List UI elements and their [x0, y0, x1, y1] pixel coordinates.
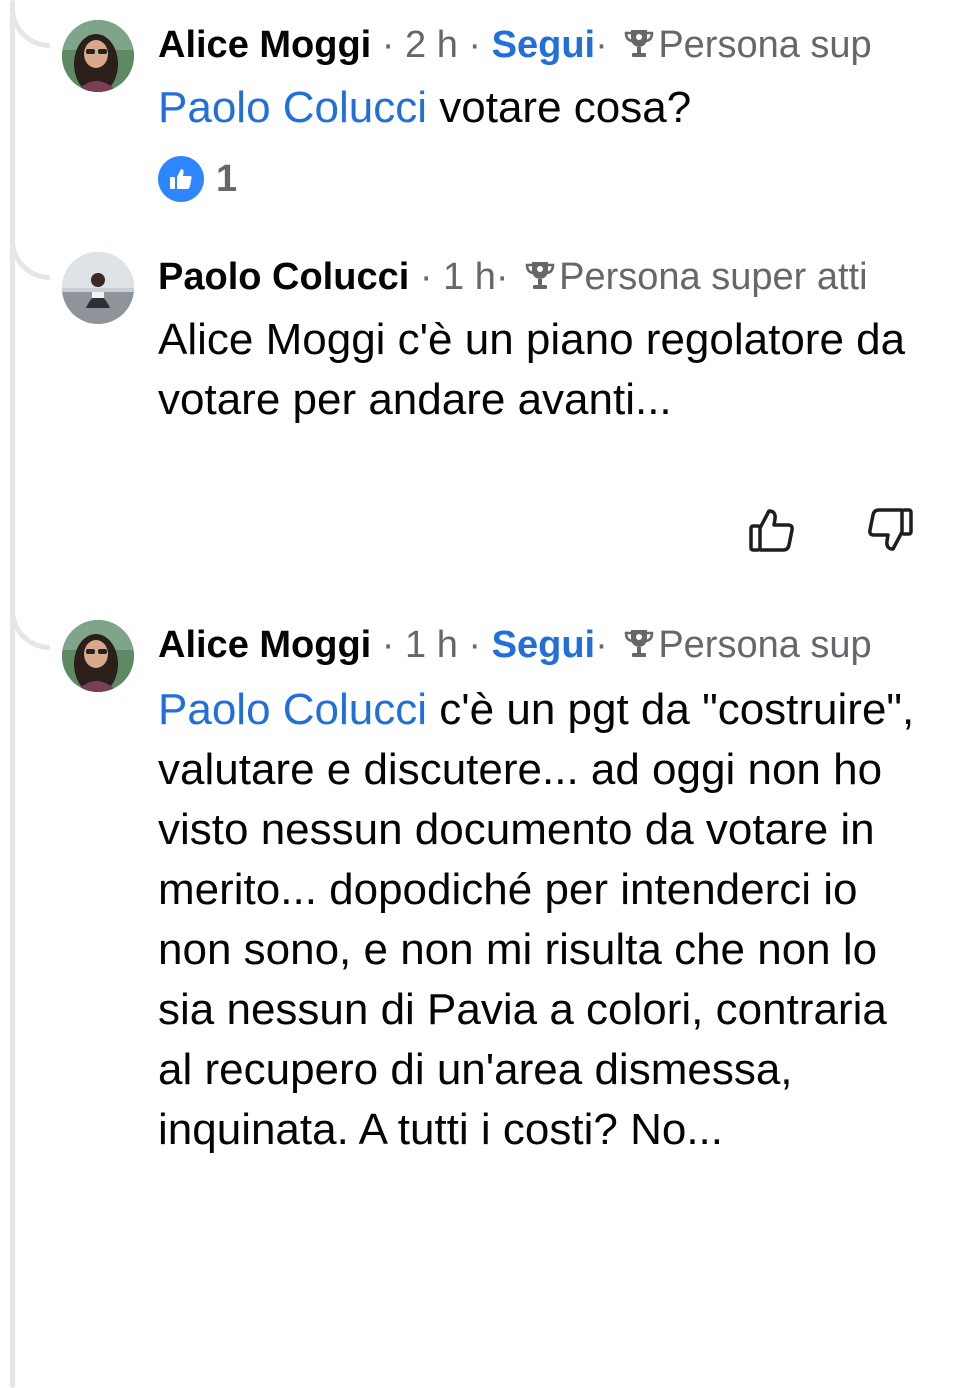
author-name[interactable]: Alice Moggi — [158, 24, 371, 66]
comment-text: Paolo Colucci c'è un pgt da "costruire",… — [158, 680, 928, 1160]
trophy-icon — [525, 262, 555, 289]
trophy-icon — [625, 30, 654, 57]
separator: · — [468, 24, 482, 66]
thread-connector — [10, 610, 50, 650]
comment-text: Alice Moggi c'è un piano regolatore da v… — [158, 315, 906, 424]
thread-connector — [10, 8, 50, 48]
badge-label: Persona sup — [658, 24, 872, 66]
timestamp[interactable]: · 1 h — [420, 256, 496, 298]
comment-body: votare cosa? — [427, 83, 692, 132]
separator: · — [595, 24, 608, 66]
like-reaction-icon — [158, 156, 204, 202]
timestamp[interactable]: · 2 h — [382, 24, 458, 66]
comment-body: c'è un pgt da "costruire", valutare e di… — [158, 685, 915, 1154]
thread-line — [10, 0, 15, 1388]
badge-label: Persona super atti — [559, 256, 868, 298]
reaction-count: 1 — [216, 157, 238, 200]
thumbs-up-icon[interactable] — [748, 506, 796, 554]
badge-label: Persona sup — [658, 624, 872, 666]
comment-header: Alice Moggi · 2 h · Segui· Persona sup — [158, 20, 964, 70]
mention-link[interactable]: Paolo Colucci — [158, 685, 427, 734]
follow-button[interactable]: Segui — [492, 624, 595, 666]
thumbs-down-icon[interactable] — [866, 506, 914, 554]
author-name[interactable]: Alice Moggi — [158, 624, 371, 666]
reaction-summary[interactable]: 1 — [158, 156, 237, 202]
author-name[interactable]: Paolo Colucci — [158, 256, 409, 298]
timestamp[interactable]: · 1 h — [382, 624, 458, 666]
separator: · — [495, 256, 509, 298]
avatar[interactable] — [62, 620, 134, 692]
comment-header: Alice Moggi · 1 h · Segui· Persona sup — [158, 620, 964, 670]
trophy-icon — [625, 630, 654, 657]
follow-button[interactable]: Segui — [492, 24, 595, 66]
separator: · — [468, 624, 482, 666]
separator: · — [595, 624, 608, 666]
comment-text: Paolo Colucci votare cosa? — [158, 78, 938, 138]
thread-connector — [10, 240, 50, 280]
mention-link[interactable]: Paolo Colucci — [158, 83, 427, 132]
comment-header: Paolo Colucci · 1 h· Persona super atti — [158, 252, 964, 302]
avatar[interactable] — [62, 20, 134, 92]
avatar[interactable] — [62, 252, 134, 324]
